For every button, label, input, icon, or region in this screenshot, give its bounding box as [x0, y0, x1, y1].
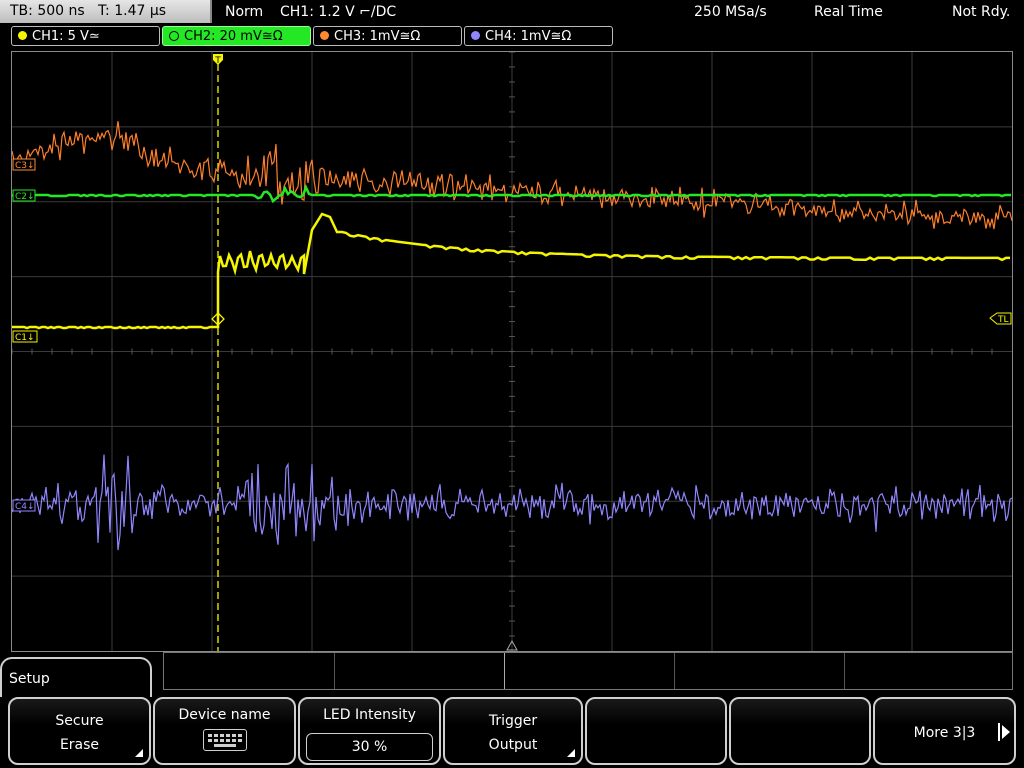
ch2-color-dot	[169, 30, 179, 41]
tab-ch1-label: CH1: 5 V≃	[32, 29, 100, 44]
tab-ch3-label: CH3: 1mV≅Ω	[334, 29, 421, 44]
softkey-label: Trigger	[488, 713, 538, 729]
trigger-level-marker[interactable]: TL	[989, 312, 1012, 325]
trigger-output-button[interactable]: Trigger Output	[443, 697, 583, 765]
tab-ch4-label: CH4: 1mV≅Ω	[485, 29, 572, 44]
ch1-ref-label: C1↓	[15, 333, 35, 343]
page-bar	[998, 723, 1000, 741]
timebase-box[interactable]: TB: 500 ns T: 1.47 µs	[0, 0, 212, 23]
trigger-marker-label: T	[214, 56, 221, 66]
tab-ch3[interactable]: CH3: 1mV≅Ω	[313, 26, 462, 46]
ch2-ref-marker[interactable]: C2↓	[12, 189, 36, 202]
ch2-ref-label: C2↓	[15, 192, 35, 202]
waveform-display[interactable]: T C3↓ C2↓ C1↓ C4↓ TL	[11, 51, 1013, 652]
softkey-label: LED Intensity	[323, 707, 416, 723]
info-strip	[163, 652, 1013, 690]
ch4-ref-label: C4↓	[15, 502, 35, 512]
softkey-label: Secure	[55, 713, 104, 729]
ch4-color-dot	[471, 31, 480, 40]
menu-title: Setup	[9, 671, 50, 687]
softkey-label: Device name	[178, 707, 271, 723]
trigger-time-value: T: 1.47 µs	[98, 3, 167, 19]
tab-ch1[interactable]: CH1: 5 V≃	[11, 26, 160, 46]
empty-softkey-6[interactable]	[729, 697, 871, 765]
ch1-ref-marker[interactable]: C1↓	[12, 330, 38, 343]
ch3-ref-label: C3↓	[15, 161, 35, 171]
trigger-mode[interactable]: Norm	[225, 0, 263, 24]
submenu-indicator-icon	[567, 749, 575, 757]
sample-rate: 250 MSa/s	[694, 4, 767, 20]
acquisition-status: Not Rdy.	[952, 4, 1011, 20]
tab-ch4[interactable]: CH4: 1mV≅Ω	[464, 26, 613, 46]
ch3-ref-marker[interactable]: C3↓	[12, 158, 36, 171]
graticule	[12, 52, 1012, 651]
status-bar: TB: 500 ns T: 1.47 µs Norm CH1: 1.2 V ⌐/…	[0, 0, 1024, 24]
led-intensity-button[interactable]: LED Intensity 30 %	[298, 697, 441, 765]
softkey-label-line2: Output	[488, 737, 538, 753]
trigger-level-label: TL	[997, 315, 1009, 325]
led-intensity-value: 30 %	[306, 733, 433, 761]
trigger-setting[interactable]: CH1: 1.2 V ⌐/DC	[280, 0, 396, 24]
ch1-color-dot	[18, 31, 27, 40]
next-page-arrow-icon	[1002, 725, 1010, 739]
ch4-ref-marker[interactable]: C4↓	[12, 499, 36, 512]
tab-ch2-label: CH2: 20 mV≅Ω	[184, 29, 283, 44]
softkey-label: More 3|3	[913, 725, 976, 741]
keyboard-icon	[202, 729, 247, 751]
softkey-label-line2: Erase	[59, 737, 100, 753]
menu-title-tab[interactable]: Setup	[0, 657, 152, 697]
acquisition-mode[interactable]: Real Time	[814, 0, 883, 24]
submenu-indicator-icon	[135, 749, 143, 757]
channel-tabs: CH1: 5 V≃ CH2: 20 mV≅Ω CH3: 1mV≅Ω CH4: 1…	[0, 26, 1024, 48]
empty-softkey-5[interactable]	[585, 697, 727, 765]
tab-ch2[interactable]: CH2: 20 mV≅Ω	[162, 26, 311, 46]
device-name-button[interactable]: Device name	[153, 697, 296, 765]
more-button[interactable]: More 3|3	[873, 697, 1016, 765]
ch1-trace	[12, 212, 1010, 330]
trigger-position-marker[interactable]: T	[213, 54, 223, 66]
ch3-color-dot	[320, 31, 329, 40]
waveform-canvas: T C3↓ C2↓ C1↓ C4↓ TL	[12, 52, 1012, 651]
secure-erase-button[interactable]: Secure Erase	[8, 697, 151, 765]
timebase-value: TB: 500 ns	[10, 3, 85, 19]
